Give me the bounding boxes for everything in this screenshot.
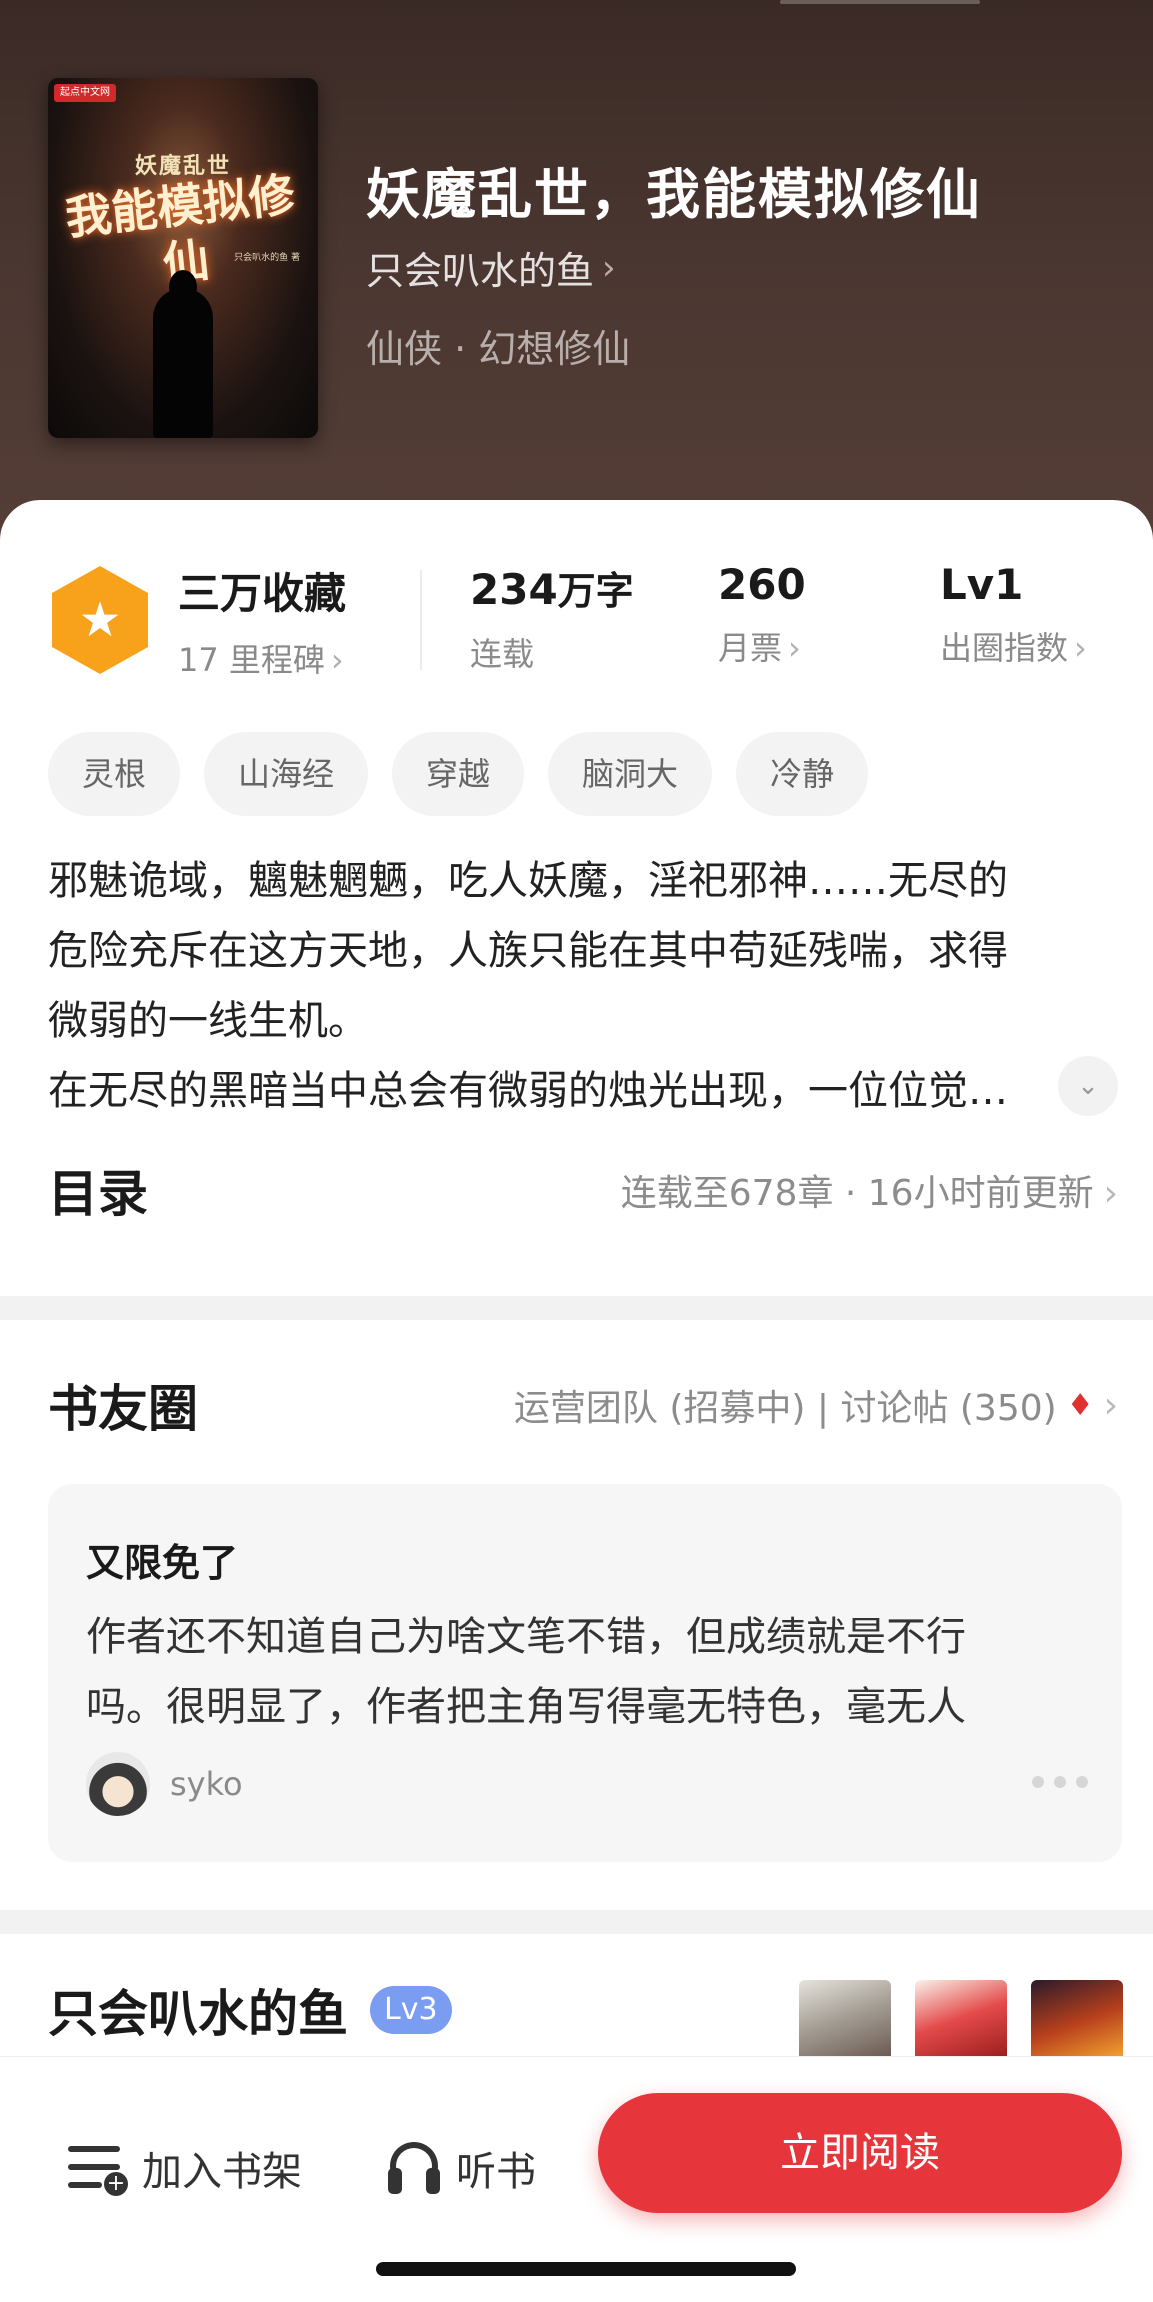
stat-collect[interactable]: 三万收藏 17 里程碑 › — [178, 560, 346, 681]
post-author[interactable]: syko — [86, 1752, 243, 1816]
toc-status: 连载至678章 · 16小时前更新 — [620, 1173, 1094, 1214]
collect-count: 三万收藏 — [178, 569, 347, 618]
book-thumbnail[interactable] — [915, 1980, 1007, 2056]
cover-author: 只会叭水的鱼 著 — [234, 253, 300, 263]
synopsis[interactable]: 邪魅诡域，魑魅魍魉，吃人妖魔，淫祀邪神……无尽的 危险充斥在这方天地，人族只能在… — [48, 846, 1118, 1126]
book-cover[interactable]: 起点中文网 妖魔乱世 我能模拟修仙 只会叭水的鱼 著 — [48, 78, 318, 438]
word-count: 234 — [470, 565, 558, 614]
book-title: 妖魔乱世，我能模拟修仙 — [366, 163, 982, 226]
post-body: 作者还不知道自己为啥文笔不错，但成绩就是不行 吗。很明显了，作者把主角写得毫无特… — [86, 1602, 1096, 1742]
stat-popularity[interactable]: Lv1 出圈指数 › — [940, 560, 1087, 669]
cover-figure — [153, 270, 213, 438]
stat-words: 234万字 连载 — [470, 560, 634, 675]
tag-chip[interactable]: 冷静 — [736, 732, 869, 816]
status-bar-pill — [780, 0, 980, 4]
headphones-icon — [386, 2140, 442, 2196]
chevron-right-icon: › — [330, 641, 344, 679]
popularity-label: 出圈指数 — [940, 629, 1069, 667]
divider — [420, 570, 422, 670]
author-level-badge: Lv3 — [370, 1986, 452, 2034]
listen-label: 听书 — [456, 2149, 536, 2195]
author-name: 只会叭水的鱼 — [366, 249, 595, 293]
book-info-card: ★ 三万收藏 17 里程碑 › 234万字 连载 260 月票 › Lv1 出圈指数… — [0, 500, 1153, 1296]
section-separator — [0, 1910, 1153, 1934]
post-body-line: 作者还不知道自己为啥文笔不错，但成绩就是不行 — [86, 1614, 966, 1660]
synopsis-line: 邪魅诡域，魑魅魍魉，吃人妖魔，淫祀邪神……无尽的 — [48, 858, 1008, 904]
bookshelf-add-icon: + — [68, 2142, 128, 2196]
post-title: 又限免了 — [86, 1541, 239, 1585]
author-section-name: 只会叭水的鱼 — [48, 1985, 348, 2043]
book-header: 起点中文网 妖魔乱世 我能模拟修仙 只会叭水的鱼 著 妖魔乱世，我能模拟修仙 只… — [0, 0, 1153, 560]
chevron-right-icon: › — [1074, 629, 1087, 667]
book-circle-header[interactable]: 书友圈 运营团队 (招募中) | 讨论帖 (350) ♦ › — [48, 1370, 1118, 1440]
tag-chip[interactable]: 山海经 — [204, 732, 369, 816]
dot — [1054, 1776, 1066, 1788]
fire-icon: ♦ — [1066, 1387, 1094, 1423]
add-to-shelf-button[interactable]: + 加入书架 — [68, 2139, 302, 2197]
stats-row: ★ 三万收藏 17 里程碑 › 234万字 连载 260 月票 › Lv1 出圈指数… — [0, 560, 1153, 680]
milestone-label: 17 里程碑 — [178, 641, 325, 679]
ticket-label: 月票 — [718, 629, 783, 667]
star-icon: ★ — [78, 592, 122, 648]
expand-chevron-icon[interactable]: ⌄ — [1058, 1056, 1118, 1116]
table-of-contents-row[interactable]: 目录 连载至678章 · 16小时前更新 › — [48, 1150, 1118, 1230]
discussion-post[interactable]: 又限免了 作者还不知道自己为啥文笔不错，但成绩就是不行 吗。很明显了，作者把主角… — [48, 1484, 1122, 1862]
add-to-shelf-label: 加入书架 — [142, 2149, 302, 2195]
tag-list: 灵根 山海经 穿越 脑洞大 冷静 — [48, 732, 869, 816]
section-separator — [0, 1296, 1153, 1320]
tag-chip[interactable]: 脑洞大 — [548, 732, 713, 816]
post-body-line: 吗。很明显了，作者把主角写得毫无特色，毫无人 — [86, 1684, 966, 1730]
tag-chip[interactable]: 穿越 — [392, 732, 525, 816]
book-thumbnail[interactable] — [1031, 1980, 1123, 2056]
serial-status: 连载 — [470, 635, 535, 673]
carousel-dots — [1032, 1776, 1088, 1788]
chevron-right-icon: › — [602, 247, 616, 288]
synopsis-line: 在无尽的黑暗当中总会有微弱的烛光出现，一位位觉… — [48, 1068, 1008, 1114]
circle-meta: 运营团队 (招募中) | 讨论帖 (350) — [513, 1388, 1057, 1429]
dot — [1076, 1776, 1088, 1788]
avatar — [86, 1752, 150, 1816]
publisher-badge: 起点中文网 — [54, 84, 116, 102]
author-link[interactable]: 只会叭水的鱼 › — [366, 240, 616, 295]
synopsis-line: 危险充斥在这方天地，人族只能在其中苟延残喘，求得 — [48, 928, 1008, 974]
popularity-level: Lv1 — [940, 560, 1024, 609]
synopsis-line: 微弱的一线生机。 — [48, 998, 368, 1044]
ticket-count: 260 — [718, 560, 806, 609]
stat-monthly-ticket[interactable]: 260 月票 › — [718, 560, 806, 669]
username: syko — [170, 1765, 243, 1803]
milestone-badge[interactable]: ★ — [52, 566, 148, 674]
read-now-button[interactable]: 立即阅读 — [598, 2093, 1122, 2213]
listen-button[interactable]: 听书 — [386, 2139, 536, 2197]
home-indicator — [376, 2262, 796, 2276]
tag-chip[interactable]: 灵根 — [48, 732, 181, 816]
chevron-right-icon: › — [788, 629, 801, 667]
chevron-right-icon: › — [1103, 1384, 1118, 1426]
dot — [1032, 1776, 1044, 1788]
chevron-right-icon: › — [1103, 1173, 1118, 1214]
author-other-books — [799, 1980, 1123, 2056]
book-genre: 仙侠 · 幻想修仙 — [366, 327, 631, 371]
book-thumbnail[interactable] — [799, 1980, 891, 2056]
word-unit: 万字 — [557, 569, 634, 613]
circle-title: 书友圈 — [48, 1380, 198, 1438]
author-section[interactable]: 只会叭水的鱼 Lv3 — [48, 1974, 452, 2046]
toc-title: 目录 — [48, 1165, 148, 1223]
